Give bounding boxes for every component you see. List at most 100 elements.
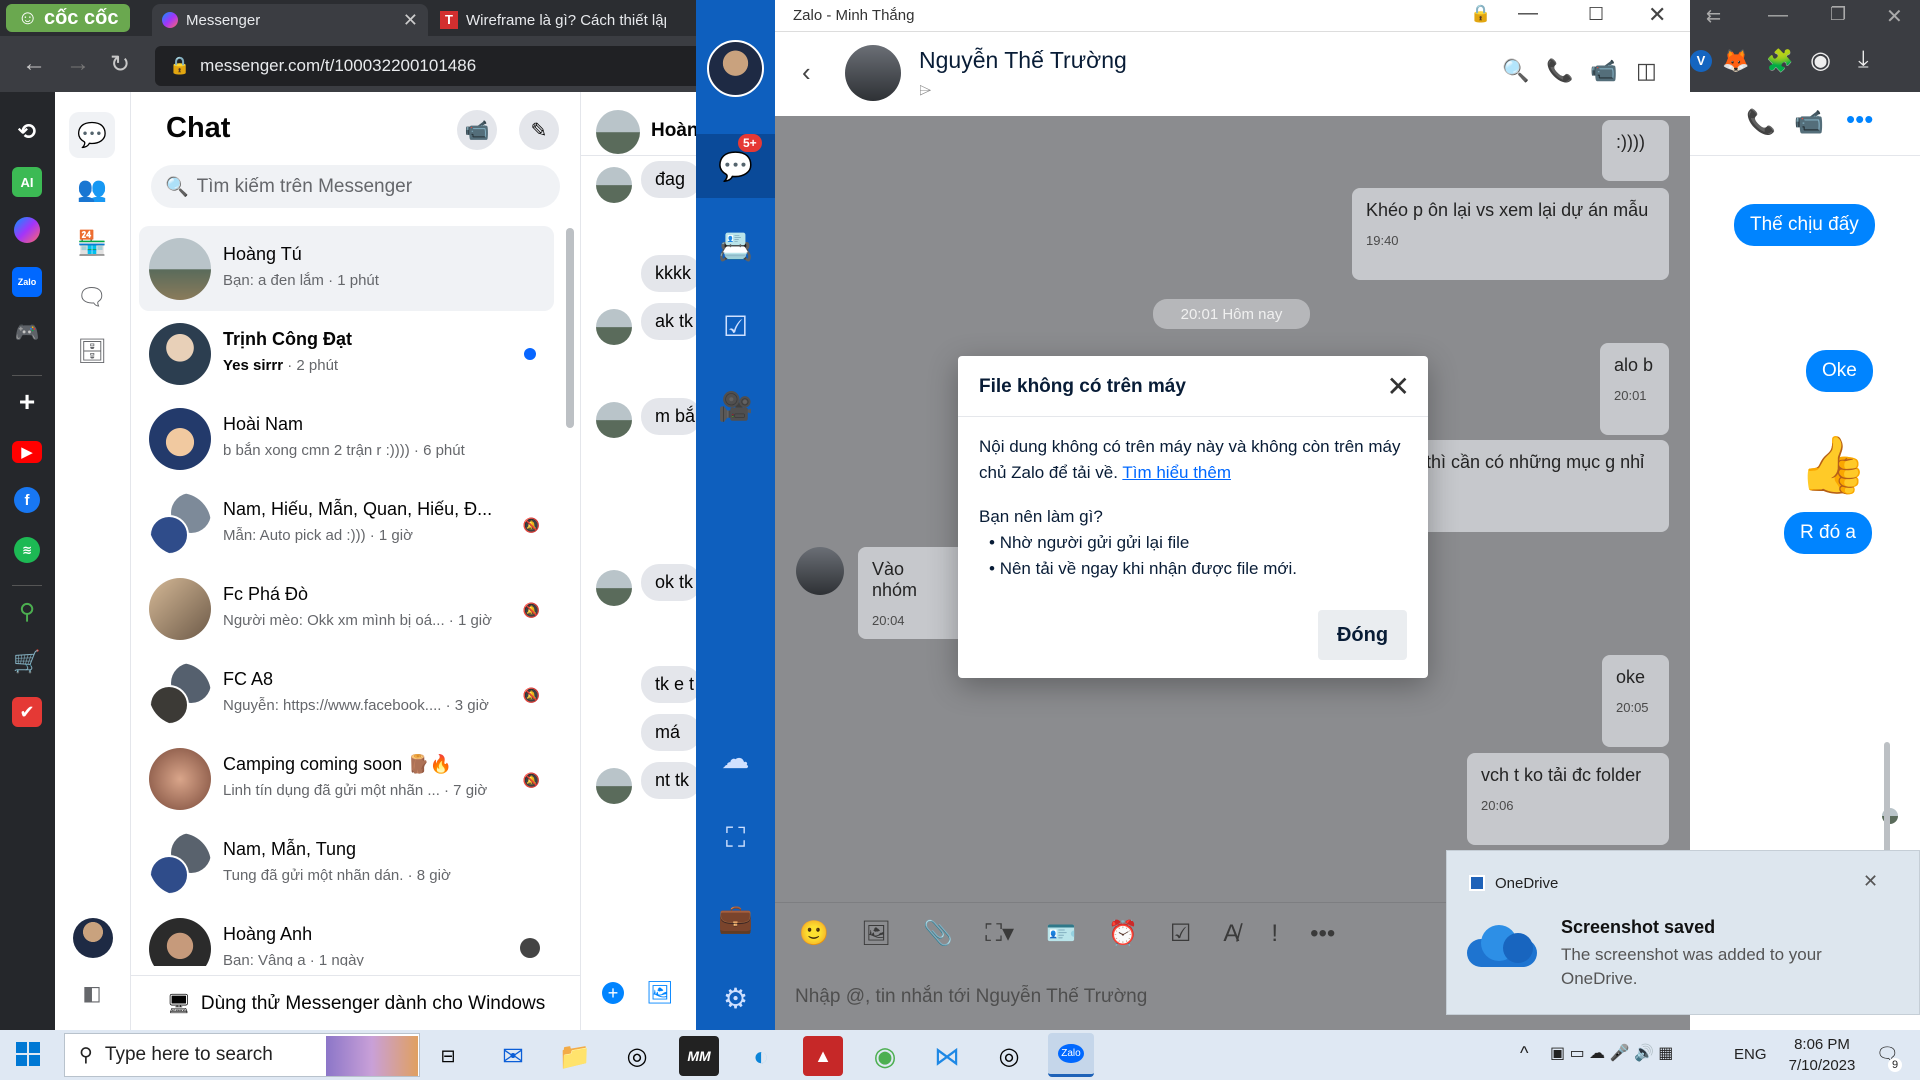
try-windows-app-link[interactable]: 🖥 Dùng thử Messenger dành cho Windows — [131, 975, 581, 1031]
close-window-icon[interactable]: ✕ — [1886, 4, 1903, 29]
start-icon[interactable] — [16, 1042, 40, 1066]
todo-icon[interactable]: ☑ — [696, 294, 775, 358]
zalo-taskbar-icon[interactable]: Zalo — [1048, 1033, 1094, 1077]
phone-icon[interactable]: 📞 — [1546, 58, 1573, 84]
more-icon[interactable]: ••• — [1310, 920, 1335, 948]
reminder-icon[interactable]: ⏰ — [1108, 919, 1138, 948]
chrome-icon[interactable]: ◎ — [617, 1036, 657, 1076]
undo-icon[interactable]: ⇇ — [1706, 6, 1721, 27]
vscode-icon[interactable]: ⋈ — [927, 1036, 967, 1076]
settings-icon[interactable]: ⚙ — [696, 966, 775, 1030]
marketplace-icon[interactable]: 🏪 — [69, 220, 115, 266]
download-icon[interactable]: ⤓ — [1858, 46, 1869, 74]
image-icon[interactable]: 🖼 — [861, 919, 891, 948]
requests-icon[interactable]: 🗨 — [69, 274, 115, 320]
extension-icon[interactable]: V — [1690, 50, 1712, 72]
video-icon[interactable]: 📹 — [1794, 108, 1824, 137]
tab-wireframe[interactable]: T Wireframe là gì? Cách thiết lập — [430, 4, 696, 36]
close-icon[interactable]: ✕ — [1863, 871, 1878, 892]
avatar[interactable] — [845, 45, 901, 101]
video-icon[interactable]: 📹 — [1590, 58, 1617, 84]
image-icon[interactable]: 🖼 — [646, 980, 674, 1006]
reload-icon[interactable]: ↻ — [110, 50, 130, 79]
contacts-icon[interactable]: 📇 — [696, 214, 775, 278]
sidebar-toggle-icon[interactable]: ◧ — [69, 970, 115, 1016]
video-call-icon[interactable]: 🎥 — [696, 374, 775, 438]
screenshot-icon[interactable]: ⛶ — [696, 806, 775, 870]
extensions-icon[interactable]: 🧩 — [1766, 48, 1793, 74]
profile-avatar[interactable] — [707, 40, 764, 97]
new-room-button[interactable]: 📹 — [457, 110, 497, 150]
language-indicator[interactable]: ENG — [1734, 1046, 1767, 1063]
history-icon[interactable]: ⟲ — [12, 117, 42, 147]
zalo-rail-icon[interactable]: Zalo — [12, 267, 42, 297]
mail-icon[interactable]: ✉ — [493, 1036, 533, 1076]
checklist-icon[interactable]: ✔ — [12, 697, 42, 727]
back-icon[interactable]: ‹ — [802, 57, 811, 88]
archive-icon[interactable]: 🗄 — [69, 328, 115, 374]
task-icon[interactable]: ☑ — [1170, 919, 1192, 948]
spotify-icon[interactable]: ≋ — [14, 537, 40, 563]
game-app-icon[interactable]: ▲ — [803, 1036, 843, 1076]
chrome-profile-icon[interactable]: ◎ — [989, 1036, 1029, 1076]
people-icon[interactable]: 👥 — [69, 166, 115, 212]
coccoc-menu-button[interactable]: ☺ cốc cốc — [6, 4, 130, 32]
maximize-icon[interactable]: ☐ — [1588, 4, 1604, 25]
coccoc-icon[interactable]: ◉ — [865, 1036, 905, 1076]
tray-icons[interactable]: ▣ ▭ ☁ 🎤 🔊 ▦ — [1550, 1043, 1673, 1063]
onedrive-toast[interactable]: OneDrive ✕ Screenshot saved The screensh… — [1446, 850, 1920, 1015]
list-item[interactable]: Hoài Nam b bắn xong cmn 2 trận r :)))) ·… — [139, 396, 554, 481]
close-window-icon[interactable]: ✕ — [1648, 2, 1666, 28]
minimize-icon[interactable]: — — [1518, 2, 1538, 25]
more-icon[interactable]: ••• — [1846, 104, 1873, 135]
task-view-icon[interactable]: ⊟ — [428, 1036, 468, 1076]
minimize-icon[interactable]: — — [1768, 4, 1788, 27]
toolbox-icon[interactable]: 💼 — [696, 886, 775, 950]
format-icon[interactable]: A̸ — [1223, 920, 1239, 948]
clock[interactable]: 8:06 PM 7/10/2023 — [1780, 1036, 1864, 1074]
list-item[interactable]: FC A8 Nguyễn: https://www.facebook.... ·… — [139, 651, 554, 736]
list-item[interactable]: Trịnh Công Đạt Yes sirrr · 2 phút — [139, 311, 554, 396]
cart-icon[interactable]: 🛒 — [12, 647, 42, 677]
list-item[interactable]: Nam, Hiếu, Mẫn, Quan, Hiếu, Đ... Mẫn: Au… — [139, 481, 554, 566]
search-icon[interactable]: 🔍 — [1502, 58, 1529, 84]
maximize-icon[interactable]: ❐ — [1830, 4, 1846, 25]
list-item[interactable]: Fc Phá Đò Người mèo: Okk xm mình bị oá..… — [139, 566, 554, 651]
tab-messenger[interactable]: Messenger ✕ — [152, 4, 428, 36]
forward-icon[interactable]: → — [66, 50, 90, 78]
mm-app-icon[interactable]: MM — [679, 1036, 719, 1076]
sticker-icon[interactable]: 🙂 — [799, 919, 829, 948]
address-bar[interactable]: 🔒 messenger.com/t/100032200101486 — [155, 46, 715, 86]
cloud-icon[interactable]: ☁ — [696, 726, 775, 790]
attach-icon[interactable]: 📎 — [923, 919, 953, 948]
chevron-up-icon[interactable]: ^ — [1520, 1043, 1528, 1064]
account-icon[interactable]: ◉ — [1810, 46, 1831, 75]
messenger-rail-icon[interactable] — [14, 217, 40, 243]
lock-icon[interactable]: 🔒 — [1470, 4, 1491, 24]
file-explorer-icon[interactable]: 📁 — [555, 1036, 595, 1076]
close-button[interactable]: Đóng — [1318, 610, 1407, 660]
list-item[interactable]: Hoàng Anh Bạn: Vâng a · 1 ngày — [139, 906, 554, 966]
add-icon[interactable]: + — [602, 982, 624, 1004]
metamask-icon[interactable]: 🦊 — [1722, 48, 1749, 74]
facebook-icon[interactable]: f — [14, 487, 40, 513]
messages-icon[interactable]: 💬 — [696, 134, 775, 198]
edge-icon[interactable]: ◐ — [741, 1036, 781, 1076]
add-icon[interactable]: + — [12, 386, 42, 417]
list-item[interactable]: Hoàng Tú Bạn: a đen lắm · 1 phút — [139, 226, 554, 311]
list-item[interactable]: Camping coming soon 🪵🔥 Linh tín dụng đã … — [139, 736, 554, 821]
panel-toggle-icon[interactable]: ◫ — [1636, 58, 1657, 84]
close-icon[interactable]: ✕ — [1387, 370, 1410, 403]
important-icon[interactable]: ! — [1271, 920, 1278, 948]
contact-card-icon[interactable]: 🪪 — [1046, 919, 1076, 948]
learn-more-link[interactable]: Tìm hiểu thêm — [1122, 463, 1231, 482]
scrollbar[interactable] — [566, 228, 574, 428]
phone-icon[interactable]: 📞 — [1746, 108, 1776, 137]
search-input[interactable]: 🔍 Tìm kiếm trên Messenger — [151, 165, 560, 208]
chats-icon[interactable]: 💬 — [69, 112, 115, 158]
game-icon[interactable]: 🎮 — [12, 317, 42, 347]
close-tab-icon[interactable]: ✕ — [403, 10, 418, 31]
ai-icon[interactable]: AI — [12, 167, 42, 197]
screenshot-icon[interactable]: ⛶▾ — [985, 919, 1014, 948]
list-item[interactable]: Nam, Mẫn, Tung Tung đã gửi một nhãn dán.… — [139, 821, 554, 906]
